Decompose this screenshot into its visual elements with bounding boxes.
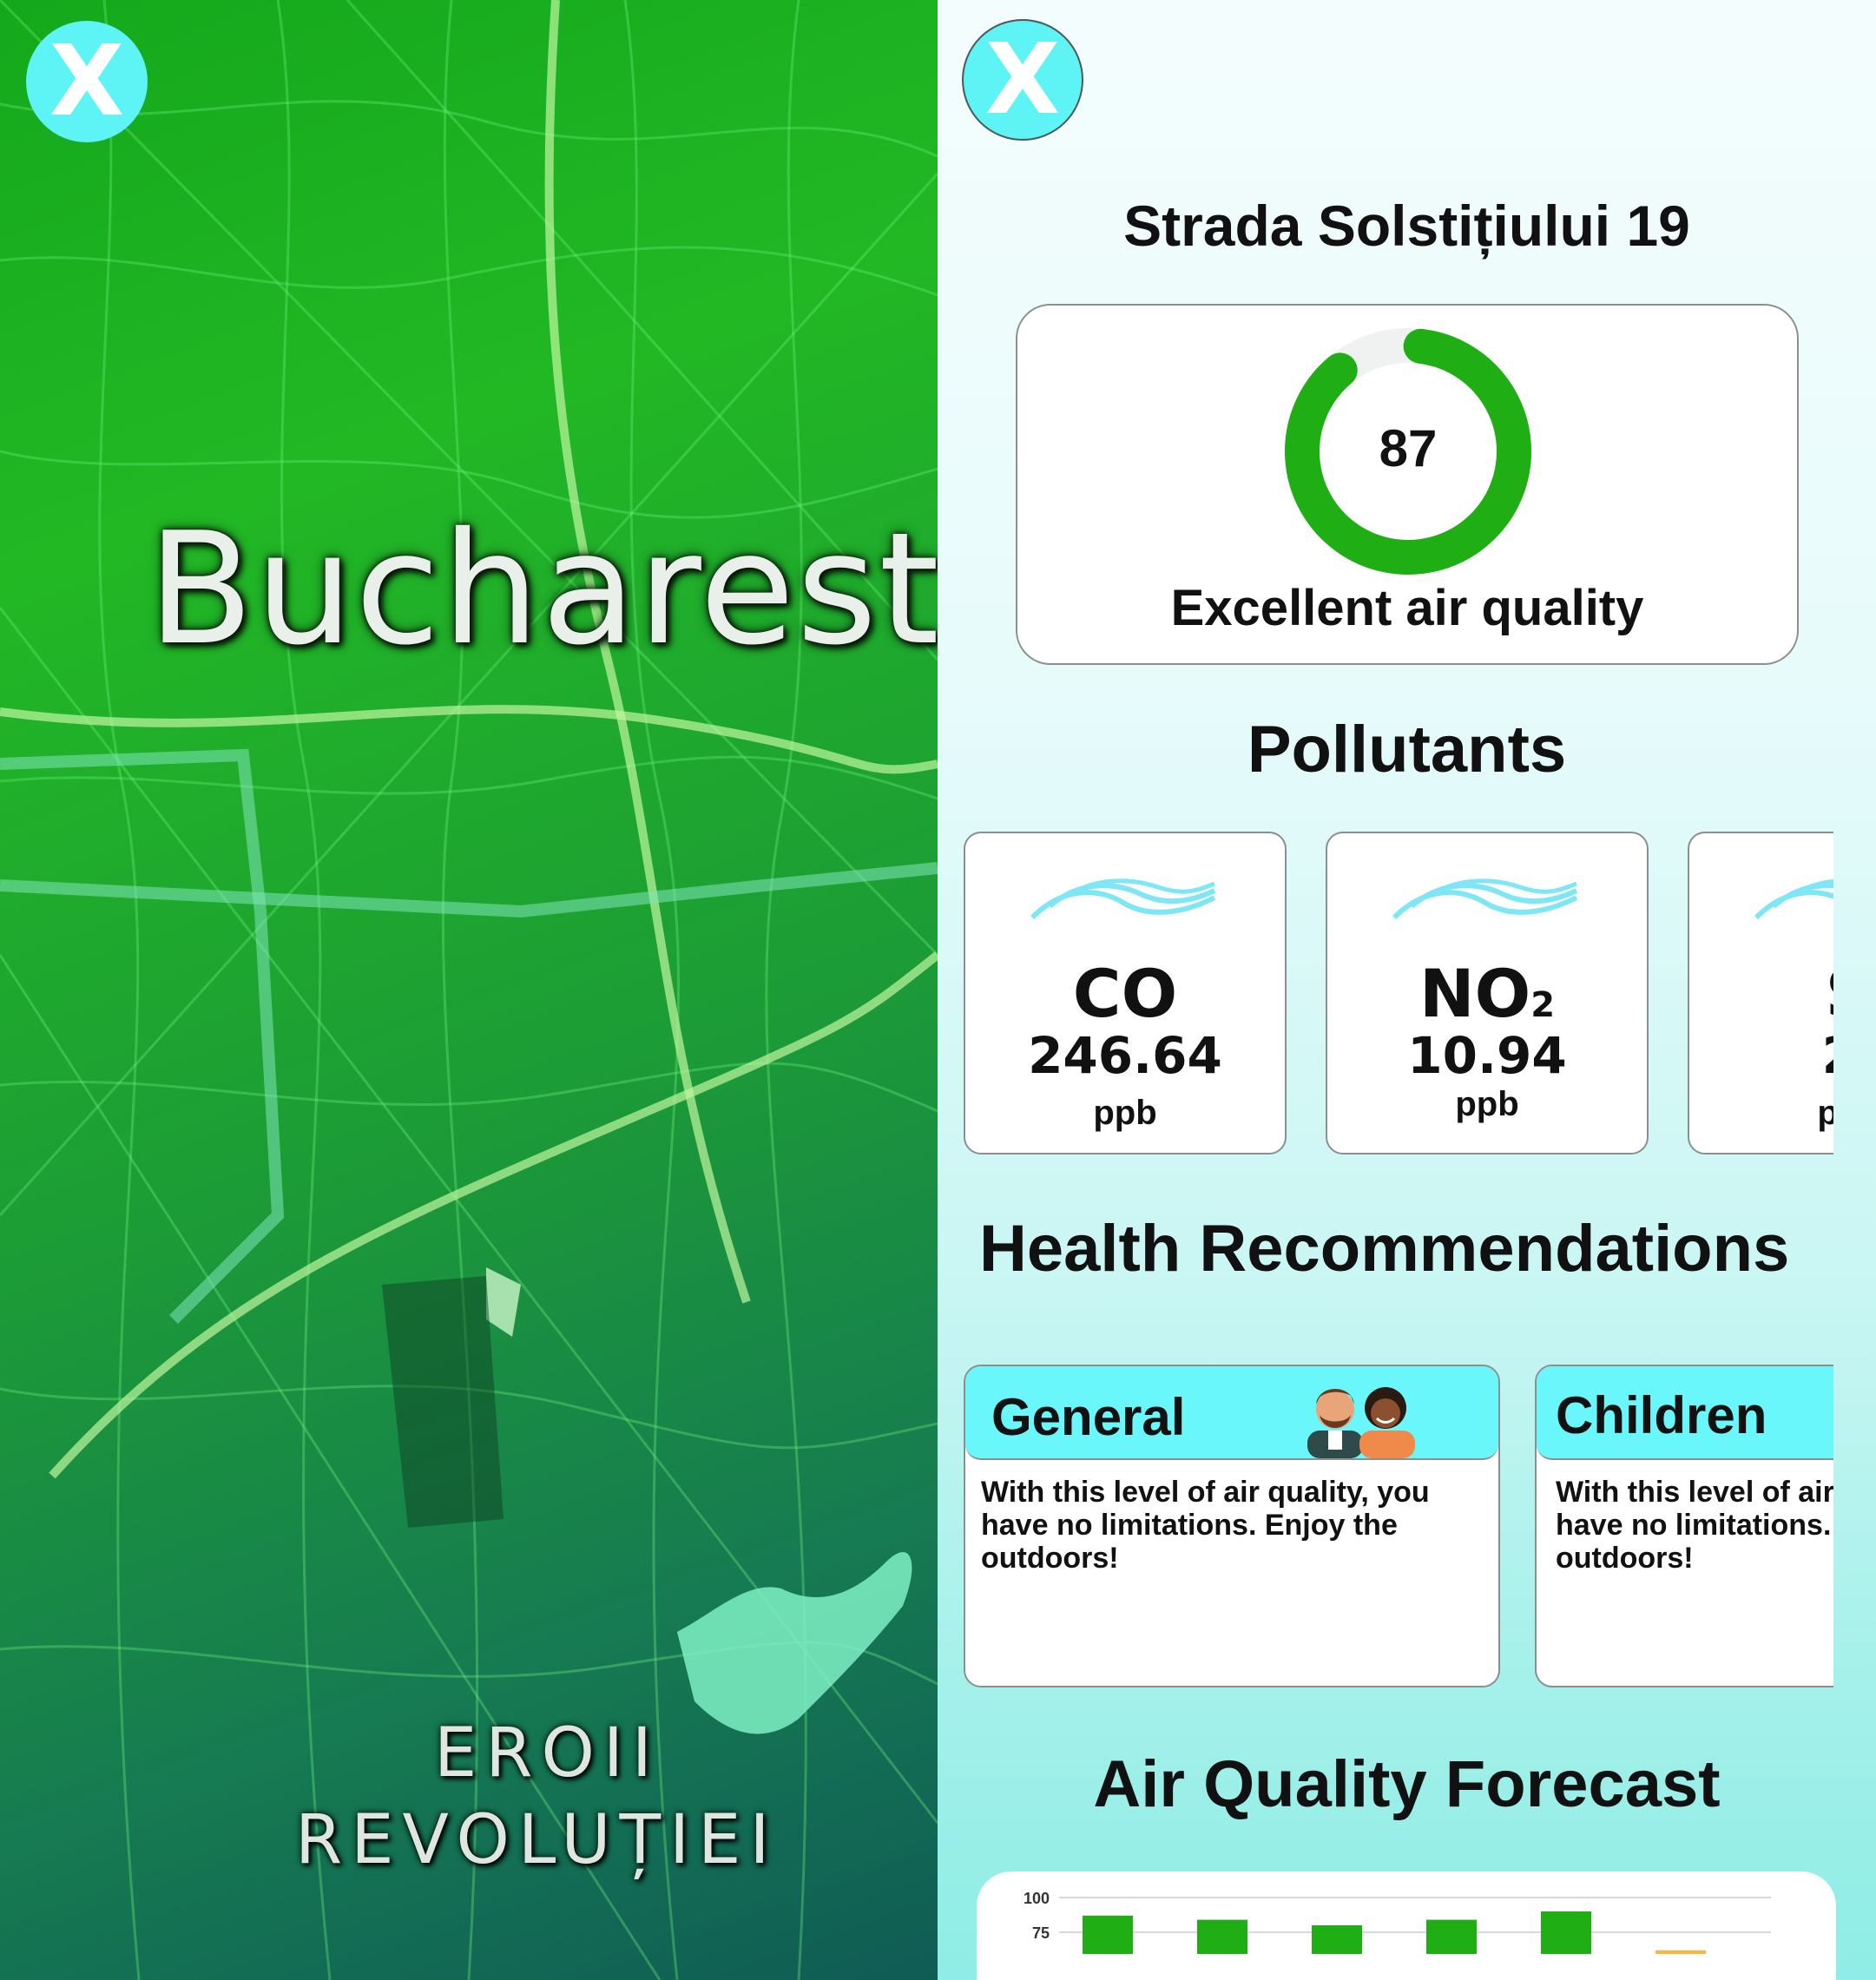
map-district-label: EROII REVOLUȚIEI <box>295 1710 816 1884</box>
people-avatar-icon <box>1307 1387 1415 1458</box>
city-map[interactable]: Bucharest EROII REVOLUȚIEI <box>0 0 938 1980</box>
forecast-bar <box>1541 1911 1591 1954</box>
forecast-bar <box>1426 1919 1477 1954</box>
close-icon: X <box>984 23 1061 136</box>
recommendation-card-header: General <box>965 1366 1498 1460</box>
map-district-line-2: REVOLUȚIEI <box>295 1801 779 1879</box>
chart-y-tick-label: 100 <box>1024 1890 1050 1907</box>
location-address: Strada Solstițiului 19 <box>1123 194 1690 258</box>
recommendation-text: With this level of air quality, you have… <box>1556 1476 1833 1575</box>
pollutant-value: 246.64 <box>1028 1026 1222 1085</box>
pollutant-name: NO2 <box>1419 955 1556 1032</box>
pollutant-name: S <box>1689 955 1833 1032</box>
map-city-label: Bucharest <box>148 499 938 679</box>
pollutant-card-so2[interactable]: S 2. ppb <box>1688 832 1833 1154</box>
pollutant-card-co[interactable]: CO 246.64 ppb <box>964 832 1287 1154</box>
forecast-bar <box>1197 1919 1247 1954</box>
map-district-line-1: EROII <box>434 1714 661 1793</box>
forecast-bar <box>1083 1915 1133 1954</box>
health-recommendations-heading: Health Recommendations <box>979 1212 1790 1286</box>
chart-y-tick-label: 75 <box>1032 1924 1050 1942</box>
close-icon: X <box>49 25 125 138</box>
forecast-chart-card: 100 75 <box>977 1871 1836 1980</box>
air-wave-icon <box>1030 878 1216 920</box>
pollutant-unit: ppb <box>1455 1085 1519 1123</box>
aqi-summary-card: 87 Excellent air quality <box>1016 304 1799 665</box>
pollutant-name: CO <box>1072 955 1178 1032</box>
aqi-status-label: Excellent air quality <box>1170 580 1644 636</box>
forecast-chart: 100 75 <box>1024 1890 1771 1954</box>
forecast-bar <box>1655 1950 1706 1954</box>
recommendation-title: Children <box>1556 1386 1767 1444</box>
close-details-button[interactable]: X <box>962 19 1083 141</box>
pollutants-heading: Pollutants <box>1247 713 1567 786</box>
aqi-value: 87 <box>1379 419 1438 477</box>
recommendation-title: General <box>991 1388 1186 1446</box>
air-wave-icon <box>1392 878 1578 920</box>
recommendation-card-children[interactable]: Children With this level of air quality,… <box>1535 1365 1833 1687</box>
pollutant-unit: ppb <box>1817 1094 1833 1132</box>
pollutant-value: 2. <box>1689 1026 1833 1085</box>
recommendation-card-header: Children <box>1537 1366 1833 1460</box>
air-wave-icon <box>1754 878 1833 920</box>
pollutant-unit: ppb <box>1093 1094 1157 1132</box>
forecast-heading: Air Quality Forecast <box>1093 1747 1721 1821</box>
recommendations-carousel[interactable]: General With this level of air quality, … <box>964 1365 1833 1691</box>
close-map-button[interactable]: X <box>26 21 148 142</box>
recommendation-card-general[interactable]: General With this level of air quality, … <box>964 1365 1500 1687</box>
air-quality-details-panel: Strada Solstițiului 19 87 Excellent air … <box>938 0 1876 1980</box>
pollutants-carousel[interactable]: CO 246.64 ppb NO2 10.94 ppb S 2. ppb <box>964 832 1833 1158</box>
pollutant-card-no2[interactable]: NO2 10.94 ppb <box>1326 832 1649 1154</box>
recommendation-text: With this level of air quality, you have… <box>981 1476 1430 1575</box>
forecast-bar <box>1312 1925 1362 1954</box>
map-streets <box>0 0 938 1980</box>
pollutant-value: 10.94 <box>1407 1026 1567 1085</box>
